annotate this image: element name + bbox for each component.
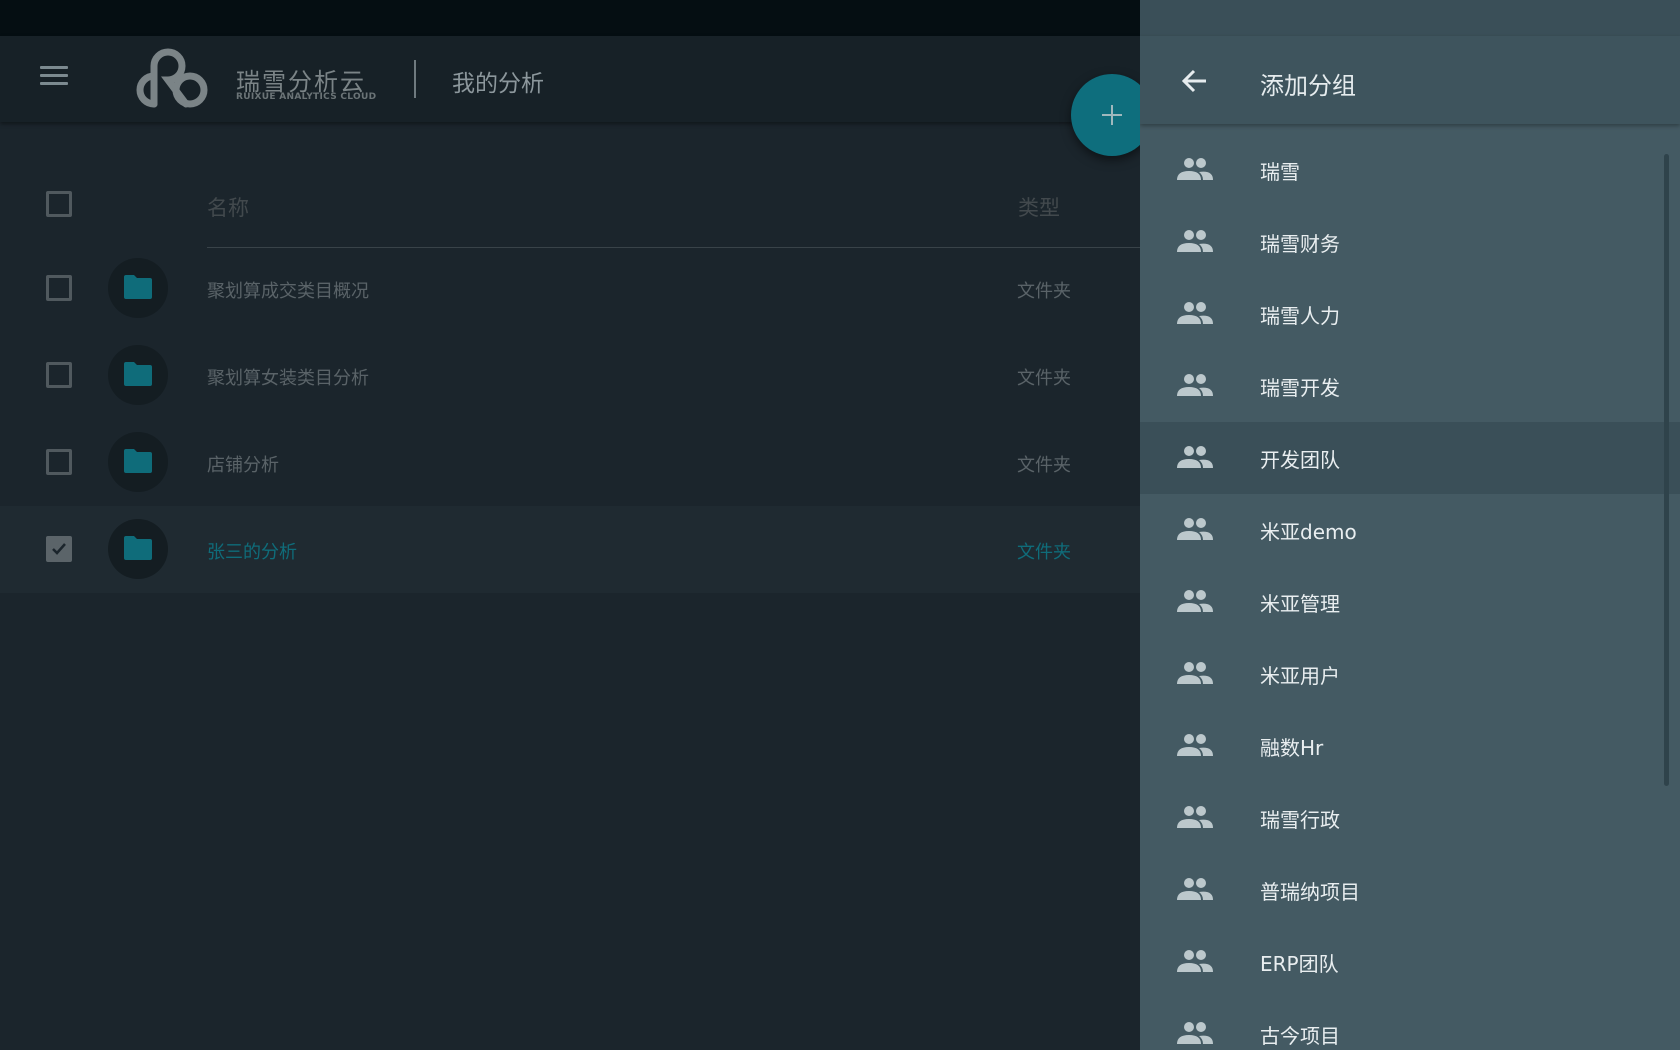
group-icon [1177,804,1213,834]
group-icon [1177,156,1213,186]
folder-icon [124,536,152,560]
group-item[interactable]: 瑞雪行政 [1140,782,1680,854]
group-label: 瑞雪开发 [1260,376,1340,400]
group-label: 瑞雪人力 [1260,304,1340,328]
group-icon [1177,516,1213,546]
group-label: 米亚用户 [1260,664,1340,688]
table-row[interactable]: 店铺分析 文件夹 [0,419,1140,506]
group-list: 瑞雪瑞雪财务瑞雪人力瑞雪开发开发团队米亚demo 米亚管理米亚用户融数Hr 瑞雪行政… [1140,134,1680,1050]
group-icon [1177,948,1213,978]
folder-icon [124,449,152,473]
group-label: 普瑞纳项目 [1260,880,1360,904]
row-checkbox[interactable] [46,362,72,388]
menu-icon[interactable] [40,66,68,90]
table-header: 名称 类型 [0,122,1140,248]
group-label: 古今项目 [1260,1024,1340,1048]
row-type: 文件夹 [1017,368,1071,389]
group-item[interactable]: 瑞雪 [1140,134,1680,206]
folder-avatar [108,432,168,492]
row-type: 文件夹 [1017,281,1071,302]
select-all-checkbox[interactable] [46,191,72,217]
analysis-table: 名称 类型 聚划算成交类目概况 文件夹 聚划算女装类目分析 文件夹 店铺分析 文… [0,122,1140,596]
table-row-selected[interactable]: 张三的分析 文件夹 [0,506,1140,593]
scrollbar[interactable] [1664,154,1669,786]
folder-avatar [108,345,168,405]
logo: 瑞雪分析云 RUIXUE ANALYTICS CLOUD [124,48,376,110]
row-checkbox[interactable] [46,275,72,301]
back-arrow-icon[interactable] [1180,66,1210,96]
group-item[interactable]: 普瑞纳项目 [1140,854,1680,926]
row-name[interactable]: 聚划算女装类目分析 [207,364,369,390]
group-item[interactable]: 开发团队 [1140,422,1680,494]
add-group-drawer: 添加分组 瑞雪瑞雪财务瑞雪人力瑞雪开发开发团队米亚demo 米亚管理米亚用户融数H… [1140,0,1680,1050]
group-item[interactable]: 瑞雪财务 [1140,206,1680,278]
group-icon [1177,228,1213,258]
group-icon [1177,588,1213,618]
group-icon [1177,444,1213,474]
group-item[interactable]: 瑞雪人力 [1140,278,1680,350]
group-item[interactable]: 米亚管理 [1140,566,1680,638]
column-header-name: 名称 [207,196,249,220]
drawer-header: 添加分组 [1140,36,1680,124]
folder-avatar [108,519,168,579]
column-header-type: 类型 [1018,196,1060,220]
appbar-divider [414,60,416,98]
group-icon [1177,876,1213,906]
row-type: 文件夹 [1017,455,1071,476]
folder-avatar [108,258,168,318]
row-checkbox-checked[interactable] [46,536,72,562]
group-label: 开发团队 [1260,448,1340,472]
group-item[interactable]: 古今项目 [1140,998,1680,1050]
group-icon [1177,372,1213,402]
group-label: 瑞雪 [1260,160,1300,184]
group-icon [1177,660,1213,690]
group-icon [1177,732,1213,762]
group-label: 米亚管理 [1260,592,1340,616]
page-title: 我的分析 [452,71,544,97]
table-row[interactable]: 聚划算女装类目分析 文件夹 [0,332,1140,419]
group-label: 米亚demo [1260,520,1357,544]
status-strip [0,0,1140,36]
row-type: 文件夹 [1017,542,1071,563]
row-name[interactable]: 店铺分析 [207,451,279,477]
group-icon [1177,300,1213,330]
row-name[interactable]: 张三的分析 [207,538,297,564]
row-checkbox[interactable] [46,449,72,475]
table-row[interactable]: 聚划算成交类目概况 文件夹 [0,245,1140,332]
group-item[interactable]: ERP团队 [1140,926,1680,998]
group-item[interactable]: 瑞雪开发 [1140,350,1680,422]
folder-icon [124,362,152,386]
group-item[interactable]: 融数Hr [1140,710,1680,782]
app-bar: 瑞雪分析云 RUIXUE ANALYTICS CLOUD 我的分析 [0,36,1140,122]
folder-icon [124,275,152,299]
check-icon [52,543,66,555]
group-label: 瑞雪财务 [1260,232,1340,256]
group-item[interactable]: 米亚用户 [1140,638,1680,710]
group-label: 融数Hr [1260,736,1324,760]
group-item[interactable]: 米亚demo [1140,494,1680,566]
group-icon [1177,1020,1213,1050]
logo-subtitle: RUIXUE ANALYTICS CLOUD [236,92,377,102]
cloud-logo-icon [136,48,208,108]
group-label: ERP团队 [1260,952,1339,976]
group-label: 瑞雪行政 [1260,808,1340,832]
row-name[interactable]: 聚划算成交类目概况 [207,277,369,303]
drawer-title: 添加分组 [1260,72,1356,100]
